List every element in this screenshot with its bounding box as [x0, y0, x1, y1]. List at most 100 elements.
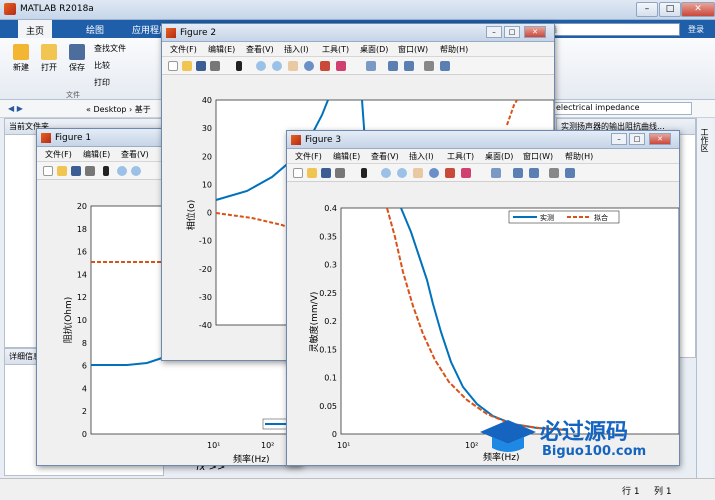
colorbar-icon[interactable] — [513, 168, 523, 178]
hide-tools-icon[interactable] — [549, 168, 559, 178]
print-icon[interactable] — [210, 61, 220, 71]
data-cursor-icon[interactable] — [320, 61, 330, 71]
figure1-ytick: 8 — [82, 339, 87, 348]
figure3-ytick: 0 — [332, 430, 337, 439]
zoom-out-icon[interactable] — [272, 61, 282, 71]
new-button[interactable]: 新建 — [8, 44, 34, 73]
menu-file[interactable]: 文件(F) — [295, 151, 322, 162]
data-cursor-icon[interactable] — [445, 168, 455, 178]
figure1-ytick: 14 — [77, 270, 87, 279]
show-tools-icon[interactable] — [565, 168, 575, 178]
open-icon[interactable] — [182, 61, 192, 71]
rotate-icon[interactable] — [429, 168, 439, 178]
app-title: MATLAB R2018a — [20, 4, 94, 14]
figure3-menubar: 文件(F) 编辑(E) 查看(V) 插入(I) 工具(T) 桌面(D) 窗口(W… — [287, 149, 679, 164]
figure1-ytick: 10 — [77, 316, 87, 325]
workspace-sidebar[interactable]: 工作区 — [696, 118, 713, 478]
figure2-maximize-button[interactable]: □ — [504, 26, 520, 38]
menu-view[interactable]: 查看(V) — [121, 149, 149, 160]
legend-icon[interactable] — [529, 168, 539, 178]
menu-help[interactable]: 帮助(H) — [565, 151, 593, 162]
pointer-icon[interactable] — [236, 61, 242, 71]
hide-tools-icon[interactable] — [424, 61, 434, 71]
zoom-out-icon[interactable] — [397, 168, 407, 178]
menu-insert[interactable]: 插入(I) — [284, 44, 309, 55]
menu-tools[interactable]: 工具(T) — [322, 44, 349, 55]
figure3-ytick: 0.15 — [319, 345, 337, 354]
tab-plots[interactable]: 绘图 — [86, 23, 104, 36]
watermark: 必过源码 Biguo100.com — [478, 412, 674, 464]
legend-icon[interactable] — [404, 61, 414, 71]
figure2-close-button[interactable]: ✕ — [524, 26, 546, 38]
figure3-ytick: 0.25 — [319, 289, 337, 298]
menu-edit[interactable]: 编辑(E) — [208, 44, 235, 55]
menu-file[interactable]: 文件(F) — [45, 149, 72, 160]
pan-icon[interactable] — [288, 61, 298, 71]
save-icon[interactable] — [321, 168, 331, 178]
close-button[interactable]: ✕ — [681, 2, 715, 17]
pan-icon[interactable] — [413, 168, 423, 178]
open-icon[interactable] — [57, 166, 67, 176]
save-icon[interactable] — [71, 166, 81, 176]
menu-desktop[interactable]: 桌面(D) — [485, 151, 513, 162]
new-figure-icon[interactable] — [168, 61, 178, 71]
zoom-out-icon[interactable] — [131, 166, 141, 176]
zoom-in-icon[interactable] — [381, 168, 391, 178]
pointer-icon[interactable] — [103, 166, 109, 176]
link-icon[interactable] — [366, 61, 376, 71]
figure2-ytick: -40 — [199, 321, 212, 330]
colorbar-icon[interactable] — [388, 61, 398, 71]
save-icon[interactable] — [196, 61, 206, 71]
show-tools-icon[interactable] — [440, 61, 450, 71]
menu-window[interactable]: 窗口(W) — [523, 151, 553, 162]
figure1-ytick: 12 — [77, 293, 87, 302]
minimize-button[interactable]: – — [636, 2, 658, 17]
address-path[interactable]: « Desktop › 基于 — [86, 104, 151, 115]
figure2-titlebar[interactable]: Figure 2 – □ ✕ — [162, 24, 554, 42]
menu-tools[interactable]: 工具(T) — [447, 151, 474, 162]
link-icon[interactable] — [491, 168, 501, 178]
menu-help[interactable]: 帮助(H) — [440, 44, 468, 55]
matlab-logo-icon — [291, 135, 301, 145]
find-files-button[interactable]: 查找文件 — [94, 43, 126, 54]
figure3-titlebar[interactable]: Figure 3 – □ ✕ — [287, 131, 679, 149]
right-address[interactable]: electrical impedance — [552, 102, 692, 115]
print-icon[interactable] — [85, 166, 95, 176]
figure3-ytick: 0.4 — [324, 204, 337, 213]
figure3-ytick: 0.1 — [324, 374, 337, 383]
figure3-xtick-1: 10¹ — [337, 441, 350, 450]
new-figure-icon[interactable] — [293, 168, 303, 178]
zoom-in-icon[interactable] — [256, 61, 266, 71]
rotate-icon[interactable] — [304, 61, 314, 71]
tab-home[interactable]: 主页 — [18, 20, 53, 38]
figure2-minimize-button[interactable]: – — [486, 26, 502, 38]
brush-icon[interactable] — [336, 61, 346, 71]
print-icon[interactable] — [335, 168, 345, 178]
open-icon[interactable] — [307, 168, 317, 178]
menu-desktop[interactable]: 桌面(D) — [360, 44, 388, 55]
menu-window[interactable]: 窗口(W) — [398, 44, 428, 55]
menu-view[interactable]: 查看(V) — [246, 44, 274, 55]
new-figure-icon[interactable] — [43, 166, 53, 176]
figure3-minimize-button[interactable]: – — [611, 133, 627, 145]
back-icon[interactable]: ◀ ▶ — [8, 104, 23, 113]
maximize-button[interactable]: □ — [659, 2, 681, 17]
figure1-xlabel: 频率(Hz) — [233, 453, 270, 465]
menu-edit[interactable]: 编辑(E) — [83, 149, 110, 160]
figure3-maximize-button[interactable]: □ — [629, 133, 645, 145]
print-button[interactable]: 打印 — [94, 77, 110, 88]
save-button[interactable]: 保存 — [64, 44, 90, 73]
menu-view[interactable]: 查看(V) — [371, 151, 399, 162]
compare-button[interactable]: 比较 — [94, 60, 110, 71]
figure3-close-button[interactable]: ✕ — [649, 133, 671, 145]
menu-file[interactable]: 文件(F) — [170, 44, 197, 55]
zoom-in-icon[interactable] — [117, 166, 127, 176]
brush-icon[interactable] — [461, 168, 471, 178]
figure2-ytick: 30 — [202, 124, 212, 133]
pointer-icon[interactable] — [361, 168, 367, 178]
menu-insert[interactable]: 插入(I) — [409, 151, 434, 162]
login-link[interactable]: 登录 — [688, 24, 704, 35]
menu-edit[interactable]: 编辑(E) — [333, 151, 360, 162]
watermark-brand: 必过源码 — [540, 419, 629, 445]
open-button[interactable]: 打开 — [36, 44, 62, 73]
